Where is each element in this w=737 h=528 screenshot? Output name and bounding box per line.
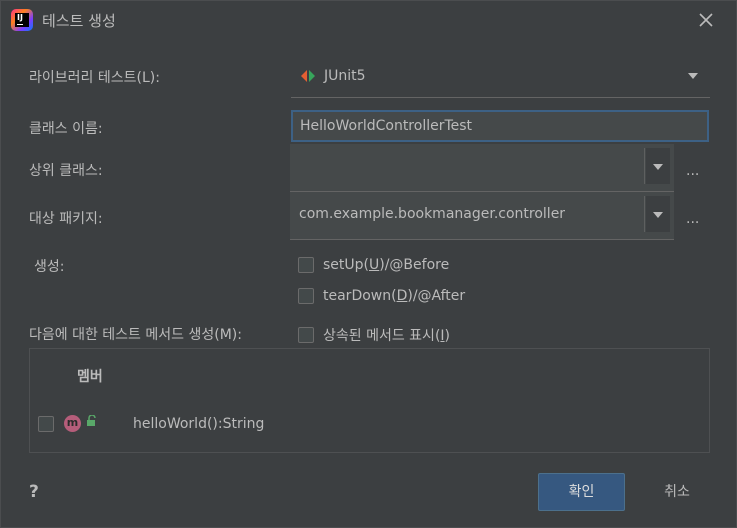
superclass-browse-button[interactable]: ... xyxy=(686,163,699,179)
member-signature: helloWorld():String xyxy=(133,416,265,432)
package-combo[interactable]: com.example.bookmanager.controller xyxy=(290,192,674,240)
cancel-button[interactable]: 취소 xyxy=(637,473,717,511)
inherited-label: 상속된 메서드 표시(I) xyxy=(323,328,451,344)
superclass-label: 상위 클래스: xyxy=(29,163,103,179)
intellij-icon: IJ xyxy=(11,9,33,31)
help-button[interactable]: ? xyxy=(29,482,39,502)
junit-icon xyxy=(301,70,315,82)
library-label: 라이브러리 테스트(L): xyxy=(29,70,160,86)
setup-option[interactable]: setUp(U)/@Before xyxy=(298,257,449,273)
chevron-down-icon xyxy=(653,212,663,218)
class-name-label: 클래스 이름: xyxy=(29,121,103,137)
teardown-checkbox[interactable] xyxy=(298,288,314,304)
package-browse-button[interactable]: ... xyxy=(686,211,699,227)
unlock-icon xyxy=(87,415,96,426)
chevron-down-icon[interactable] xyxy=(688,73,698,79)
chevron-down-icon xyxy=(653,164,663,170)
method-icon: m xyxy=(64,415,81,432)
library-value: JUnit5 xyxy=(324,68,366,84)
superclass-dropdown-button[interactable] xyxy=(646,148,670,184)
member-checkbox[interactable] xyxy=(38,416,54,432)
class-name-field[interactable] xyxy=(291,110,709,142)
generate-label: 생성: xyxy=(34,259,65,275)
combo-separator xyxy=(644,148,645,184)
dialog-title: 테스트 생성 xyxy=(42,12,116,30)
table-row[interactable]: m helloWorld():String xyxy=(30,409,709,439)
inherited-option[interactable]: 상속된 메서드 표시(I) xyxy=(298,325,450,345)
superclass-combo[interactable] xyxy=(290,144,674,192)
methods-label: 다음에 대한 테스트 메서드 생성(M): xyxy=(29,327,242,343)
class-name-input[interactable] xyxy=(293,112,707,140)
close-icon[interactable] xyxy=(698,12,714,28)
library-combo[interactable]: JUnit5 xyxy=(291,58,710,98)
teardown-label: tearDown(D)/@After xyxy=(323,288,466,304)
create-test-dialog: IJ 테스트 생성 라이브러리 테스트(L): JUnit5 클래스 이름: 상… xyxy=(0,0,737,528)
combo-separator xyxy=(644,196,645,232)
inherited-checkbox[interactable] xyxy=(298,327,314,343)
setup-checkbox[interactable] xyxy=(298,257,314,273)
members-header: 멤버 xyxy=(77,369,103,385)
title-bar: IJ 테스트 생성 xyxy=(1,1,736,39)
teardown-option[interactable]: tearDown(D)/@After xyxy=(298,288,465,304)
package-dropdown-button[interactable] xyxy=(646,196,670,232)
ok-button[interactable]: 확인 xyxy=(538,473,625,511)
package-label: 대상 패키지: xyxy=(29,211,103,227)
setup-label: setUp(U)/@Before xyxy=(323,257,450,273)
members-table: 멤버 m helloWorld():String xyxy=(29,348,710,453)
package-value: com.example.bookmanager.controller xyxy=(299,206,566,222)
